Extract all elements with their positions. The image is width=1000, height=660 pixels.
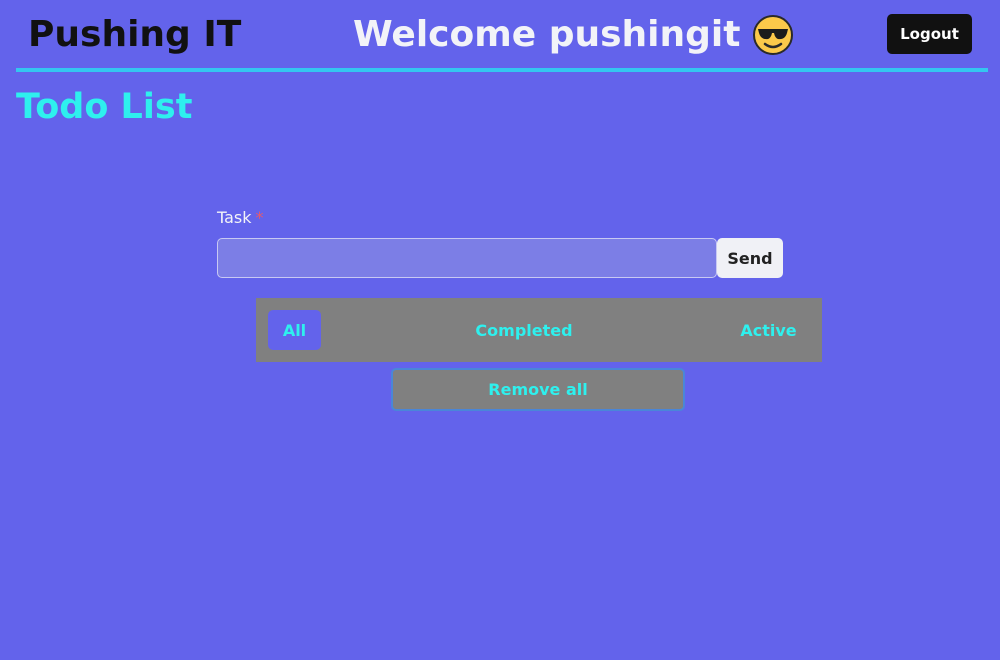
brand-title: Pushing IT [28,14,242,55]
task-label-text: Task [217,208,252,227]
page-title: Todo List [16,87,193,127]
welcome-text: Welcome pushingit [353,14,741,55]
remove-all-button[interactable]: Remove all [391,368,685,411]
required-indicator: * [255,208,264,227]
filter-tab-completed[interactable]: Completed [464,310,584,350]
send-button[interactable]: Send [717,238,783,278]
filter-tab-active[interactable]: Active [726,310,811,350]
task-input[interactable] [217,238,717,278]
filter-tab-all[interactable]: All [268,310,321,350]
logout-button[interactable]: Logout [887,14,972,54]
task-label: Task * [217,208,264,228]
welcome-message: Welcome pushingit [353,12,794,58]
header: Pushing IT Welcome pushingit Logout [16,0,988,72]
filter-bar: All Completed Active [256,298,822,362]
sunglasses-face-icon [752,14,794,56]
